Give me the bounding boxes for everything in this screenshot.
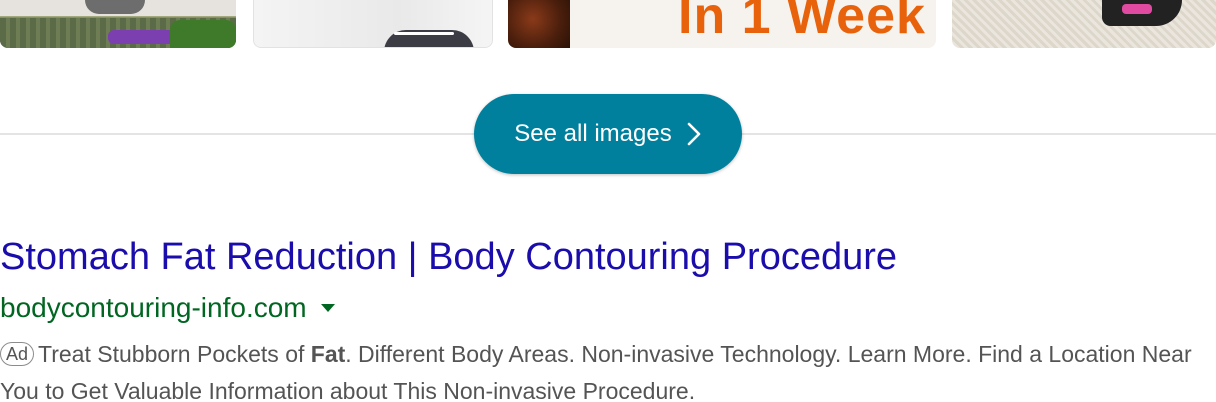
ad-badge: Ad xyxy=(0,342,35,366)
snippet-bold-term: Fat xyxy=(310,341,346,367)
thumbnail-drink xyxy=(508,0,570,48)
image-thumbnail-3[interactable]: In 1 Week xyxy=(508,0,936,48)
see-all-images-button[interactable]: See all images xyxy=(474,94,742,174)
thumbnail-plants xyxy=(170,20,236,48)
thumbnail-overlay-text: In 1 Week xyxy=(678,0,926,45)
image-thumbnail-4[interactable] xyxy=(952,0,1216,48)
ad-result-url-row: bodycontouring-info.com xyxy=(0,292,335,324)
image-thumbnail-1[interactable] xyxy=(0,0,236,48)
search-results-page: In 1 Week See all images Stomach Fat Red… xyxy=(0,0,1216,402)
snippet-text-start: Treat Stubborn Pockets of xyxy=(38,341,311,367)
ad-result-title-link[interactable]: Stomach Fat Reduction | Body Contouring … xyxy=(0,236,897,279)
thumbnail-shoe-accent xyxy=(1122,4,1152,14)
thumbnail-figure xyxy=(85,0,145,14)
ad-result-url[interactable]: bodycontouring-info.com xyxy=(0,292,307,324)
caret-down-icon[interactable] xyxy=(320,304,335,312)
image-thumbnail-2[interactable] xyxy=(253,0,493,48)
thumbnail-stripe xyxy=(394,32,454,35)
chevron-right-icon xyxy=(686,121,702,147)
see-all-images-label: See all images xyxy=(514,120,672,147)
ad-result-snippet: Ad Treat Stubborn Pockets of Fat. Differe… xyxy=(0,336,1210,402)
